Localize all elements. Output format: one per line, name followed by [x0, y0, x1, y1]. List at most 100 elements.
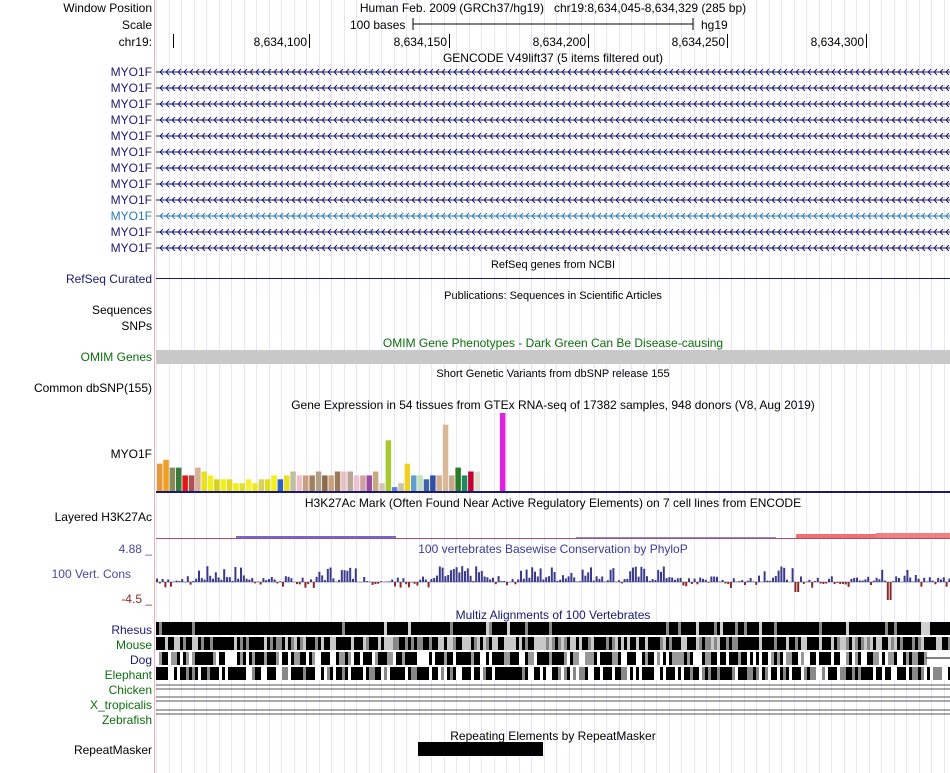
- gencode-gene-model[interactable]: [156, 164, 950, 172]
- h3k27ac-track-label[interactable]: Layered H3K27Ac: [55, 510, 152, 524]
- gencode-item-label[interactable]: MYO1F: [111, 113, 152, 127]
- genome-browser-image[interactable]: Window Position Human Feb. 2009 (GRCh37/…: [0, 0, 950, 773]
- gencode-gene-model[interactable]: [156, 212, 950, 220]
- gencode-gene-model[interactable]: [156, 132, 950, 140]
- gtex-tissue-bar[interactable]: [245, 479, 252, 491]
- gtex-tissue-bar[interactable]: [449, 475, 455, 491]
- gtex-tissue-bar[interactable]: [379, 483, 385, 491]
- gtex-tissue-bar[interactable]: [347, 471, 354, 492]
- gtex-tissue-bar[interactable]: [385, 440, 392, 491]
- gtex-tissue-bar[interactable]: [201, 471, 207, 492]
- gencode-gene-model[interactable]: [156, 180, 950, 188]
- gencode-item-label[interactable]: MYO1F: [111, 209, 152, 223]
- multiz-species-label[interactable]: Chicken: [109, 683, 152, 697]
- publications-label-snps[interactable]: SNPs: [121, 319, 152, 333]
- gtex-tissue-bar[interactable]: [461, 475, 468, 491]
- gtex-tissue-bar[interactable]: [474, 471, 481, 492]
- gtex-tissue-bar[interactable]: [423, 479, 430, 491]
- gencode-gene-model[interactable]: [156, 148, 950, 156]
- gencode-item-label[interactable]: MYO1F: [111, 97, 152, 111]
- gtex-tissue-bar[interactable]: [290, 471, 296, 492]
- multiz-species-row[interactable]: [156, 652, 950, 665]
- multiz-species-label[interactable]: Mouse: [116, 638, 152, 652]
- base-position-ruler[interactable]: 8,634,100 8,634,150 8,634,200 8,634,250 8,63…: [156, 33, 950, 51]
- gencode-gene-model[interactable]: [156, 68, 950, 76]
- gtex-tissue-bar[interactable]: [353, 475, 360, 491]
- multiz-species-label[interactable]: Dog: [130, 653, 152, 667]
- gtex-expression-bars[interactable]: [156, 412, 950, 494]
- conservation-phylop-bars[interactable]: [156, 556, 950, 608]
- gtex-tissue-bar[interactable]: [411, 475, 417, 491]
- multiz-species-label[interactable]: Elephant: [105, 668, 152, 682]
- gtex-tissue-bar[interactable]: [315, 471, 322, 492]
- gtex-tissue-bar[interactable]: [284, 475, 290, 491]
- conservation-track-label[interactable]: 100 Vert. Cons: [52, 567, 131, 581]
- gtex-tissue-bar[interactable]: [372, 471, 379, 492]
- gtex-tissue-bar[interactable]: [398, 483, 404, 491]
- gtex-tissue-bar[interactable]: [264, 479, 271, 491]
- gtex-tissue-bar[interactable]: [214, 479, 220, 491]
- gtex-tissue-bar[interactable]: [258, 479, 265, 491]
- gtex-tissue-bar[interactable]: [309, 475, 315, 491]
- gtex-tissue-bar[interactable]: [296, 475, 303, 491]
- gencode-gene-model[interactable]: [156, 116, 950, 124]
- publications-label-sequences[interactable]: Sequences: [92, 303, 152, 317]
- gencode-item-label[interactable]: MYO1F: [111, 225, 152, 239]
- gtex-tissue-bar[interactable]: [328, 475, 334, 491]
- gtex-tissue-bar[interactable]: [157, 463, 163, 491]
- multiz-species-row[interactable]: [156, 667, 950, 680]
- gtex-tissue-bar[interactable]: [404, 463, 411, 491]
- gtex-tissue-bar[interactable]: [195, 467, 201, 491]
- gtex-tissue-bar[interactable]: [233, 483, 239, 491]
- gencode-item-label[interactable]: MYO1F: [111, 241, 152, 255]
- gtex-tissue-bar[interactable]: [334, 471, 341, 492]
- gencode-item-label[interactable]: MYO1F: [111, 81, 152, 95]
- window-position-value[interactable]: Human Feb. 2009 (GRCh37/hg19) chr19:8,63…: [156, 1, 950, 15]
- multiz-species-row[interactable]: [156, 709, 950, 715]
- gtex-tissue-bar[interactable]: [277, 479, 284, 491]
- gtex-tissue-bar[interactable]: [430, 475, 436, 491]
- gtex-tissue-bar[interactable]: [271, 475, 277, 491]
- gencode-item-label[interactable]: MYO1F: [111, 129, 152, 143]
- gencode-item-label[interactable]: MYO1F: [111, 65, 152, 79]
- repeatmasker-track-label[interactable]: RepeatMasker: [74, 743, 152, 757]
- gtex-tissue-bar[interactable]: [169, 467, 176, 491]
- gtex-tissue-bar[interactable]: [322, 475, 328, 491]
- h3k27ac-signal[interactable]: [156, 528, 950, 542]
- gencode-item-label[interactable]: MYO1F: [111, 177, 152, 191]
- multiz-species-row[interactable]: [156, 622, 950, 635]
- multiz-species-label[interactable]: Rhesus: [111, 623, 152, 637]
- gencode-gene-model[interactable]: [156, 228, 950, 236]
- gtex-track-label[interactable]: MYO1F: [111, 447, 152, 461]
- multiz-alignment-blocks[interactable]: [156, 621, 950, 727]
- gencode-gene-model[interactable]: [156, 100, 950, 108]
- refseq-track-label[interactable]: RefSeq Curated: [66, 272, 152, 286]
- gencode-item-label[interactable]: MYO1F: [111, 145, 152, 159]
- gtex-tissue-bar[interactable]: [188, 475, 195, 491]
- gtex-tissue-bar[interactable]: [468, 471, 474, 492]
- gtex-tissue-bar[interactable]: [391, 487, 398, 491]
- gtex-tissue-bar[interactable]: [303, 475, 309, 491]
- gtex-tissue-bar[interactable]: [252, 483, 258, 491]
- gencode-gene-models[interactable]: [156, 64, 950, 256]
- multiz-species-row[interactable]: [156, 637, 950, 650]
- omim-track-label[interactable]: OMIM Genes: [81, 350, 152, 364]
- multiz-species-row[interactable]: [156, 696, 950, 702]
- gtex-tissue-bar[interactable]: [220, 479, 227, 491]
- gencode-item-label[interactable]: MYO1F: [111, 193, 152, 207]
- gencode-gene-model[interactable]: [156, 196, 950, 204]
- gtex-tissue-bar[interactable]: [442, 424, 449, 491]
- gtex-tissue-bar[interactable]: [499, 413, 506, 491]
- gtex-tissue-bar[interactable]: [341, 471, 347, 492]
- gtex-tissue-bar[interactable]: [436, 475, 442, 491]
- gtex-tissue-bar[interactable]: [182, 475, 188, 491]
- multiz-species-row[interactable]: [156, 684, 950, 690]
- omim-gene-bar[interactable]: [156, 350, 950, 364]
- dbsnp-track-label[interactable]: Common dbSNP(155): [34, 381, 152, 395]
- repeatmasker-element[interactable]: [418, 742, 543, 756]
- gtex-tissue-bar[interactable]: [163, 459, 169, 491]
- multiz-species-label[interactable]: X_tropicalis: [90, 698, 152, 712]
- gencode-gene-model[interactable]: [156, 244, 950, 252]
- multiz-species-label[interactable]: Zebrafish: [102, 713, 152, 727]
- gtex-tissue-bar[interactable]: [176, 467, 182, 491]
